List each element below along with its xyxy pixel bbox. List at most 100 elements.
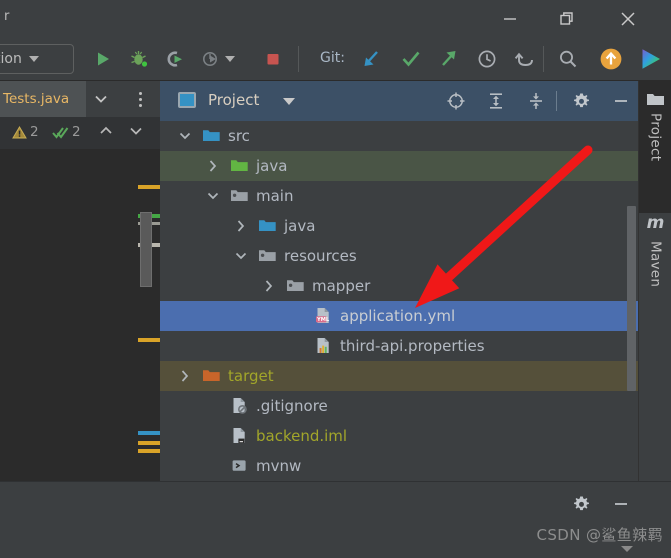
properties-file-icon <box>317 338 329 353</box>
folder-gray-module-icon <box>287 280 304 291</box>
git-history-button[interactable] <box>472 44 502 74</box>
tree-row-target[interactable]: target <box>160 361 638 391</box>
tree-row-application-yml[interactable]: YML application.yml <box>160 301 638 331</box>
folder-green-icon <box>231 160 248 171</box>
collapse-all-button[interactable] <box>523 89 549 113</box>
inspection-ok[interactable]: 2 <box>52 124 81 140</box>
run-button[interactable] <box>88 44 118 74</box>
tree-row-src[interactable]: src <box>160 121 638 151</box>
tree-row-label: java <box>256 157 288 175</box>
folder-blue-icon <box>259 220 276 231</box>
warning-count: 2 <box>30 124 39 140</box>
tree-row-mapper[interactable]: mapper <box>160 271 638 301</box>
inspection-warnings[interactable]: 2 <box>12 124 39 140</box>
run-configuration-label: tion <box>0 51 22 67</box>
csdn-watermark: CSDN @鲨鱼辣羁 <box>536 526 663 544</box>
tree-vertical-scrollbar[interactable] <box>627 206 636 391</box>
folder-gray-module-icon <box>259 250 276 261</box>
window-title-bar: r <box>0 0 671 38</box>
tree-row-backend-iml[interactable]: backend.iml <box>160 421 638 451</box>
close-button[interactable] <box>600 0 656 38</box>
main-toolbar: tion <box>0 38 671 81</box>
chevron-right-icon[interactable] <box>178 369 192 383</box>
tree-row-main[interactable]: main <box>160 181 638 211</box>
select-opened-file-button[interactable] <box>443 89 469 113</box>
minimize-button[interactable] <box>482 0 538 38</box>
profile-dropdown-button[interactable] <box>222 44 238 74</box>
tree-row-resources[interactable]: resources <box>160 241 638 271</box>
run-with-coverage-button[interactable] <box>160 44 190 74</box>
more-vertical-icon[interactable] <box>132 89 148 109</box>
stop-button[interactable] <box>258 44 288 74</box>
project-tool-window: Project src java main java resources map… <box>160 81 638 481</box>
editor-area: Tests.java 2 2 <box>0 81 160 529</box>
tree-row-label: backend.iml <box>256 427 348 445</box>
yml-file-icon: YML <box>316 308 330 323</box>
play-colored-button[interactable] <box>636 44 666 74</box>
chevron-down-icon[interactable] <box>90 90 112 108</box>
bottom-status-strip <box>0 481 671 558</box>
tree-row-mvnw[interactable]: mvnw <box>160 451 638 481</box>
sidebar-item-project[interactable]: Project <box>639 81 671 213</box>
hide-panel-button[interactable] <box>608 89 634 113</box>
git-commit-button[interactable] <box>396 44 426 74</box>
chevron-right-icon[interactable] <box>262 279 276 293</box>
chevron-down-icon[interactable] <box>283 98 295 105</box>
tree-row-label: java <box>284 217 316 235</box>
tree-row-java[interactable]: java <box>160 151 638 181</box>
tree-row-label: resources <box>284 247 357 265</box>
tree-row-label: src <box>228 127 250 145</box>
tree-row-java[interactable]: java <box>160 211 638 241</box>
maven-m-icon: m <box>646 213 665 233</box>
warning-triangle-icon <box>12 125 27 138</box>
next-problem-button[interactable] <box>128 124 144 138</box>
right-tool-sidebar: Project m Maven <box>638 81 671 481</box>
sidebar-item-project-label: Project <box>647 113 664 162</box>
git-rollback-button[interactable] <box>510 44 540 74</box>
folder-orange-icon <box>203 370 220 381</box>
script-file-icon <box>232 460 246 471</box>
project-panel-header: Project <box>160 81 638 121</box>
ok-count: 2 <box>72 124 81 140</box>
tree-row-label: target <box>228 367 274 385</box>
chevron-down-icon <box>28 56 39 62</box>
folder-blue-icon <box>203 130 220 141</box>
restore-button[interactable] <box>539 0 595 38</box>
git-update-button[interactable] <box>356 44 386 74</box>
minimize-dash-icon <box>615 100 627 102</box>
folder-icon <box>647 94 664 105</box>
tree-row-label: application.yml <box>340 307 456 325</box>
sidebar-item-maven[interactable]: m Maven <box>639 203 671 333</box>
gear-icon <box>573 93 589 107</box>
tree-row-third-api-properties[interactable]: third-api.properties <box>160 331 638 361</box>
chevron-right-icon[interactable] <box>234 219 248 233</box>
search-everywhere-button[interactable] <box>553 44 583 74</box>
editor-text-area[interactable] <box>0 149 160 529</box>
upload-button[interactable] <box>596 44 626 74</box>
chevron-right-icon[interactable] <box>206 159 220 173</box>
run-configuration-selector[interactable]: tion <box>0 44 74 74</box>
gear-icon <box>573 496 589 510</box>
minimize-dash-icon <box>615 503 627 505</box>
chevron-down-icon[interactable] <box>234 249 248 263</box>
tree-row-label: .gitignore <box>256 397 328 415</box>
watermark-caret-icon <box>621 546 633 552</box>
panel-settings-button[interactable] <box>568 89 594 113</box>
previous-problem-button[interactable] <box>98 124 114 138</box>
tree-row-label: mapper <box>312 277 371 295</box>
bottom-settings-button[interactable] <box>568 492 594 516</box>
tree-row-label: third-api.properties <box>340 337 485 355</box>
git-label: Git: <box>320 50 345 66</box>
inspection-widget[interactable]: 2 2 <box>0 117 160 149</box>
tree-row--gitignore[interactable]: .gitignore <box>160 391 638 421</box>
git-push-button[interactable] <box>434 44 464 74</box>
svg-text:YML: YML <box>316 317 330 323</box>
chevron-down-icon[interactable] <box>206 189 220 203</box>
project-panel-title: Project <box>208 91 260 109</box>
bottom-hide-button[interactable] <box>608 492 634 516</box>
expand-all-button[interactable] <box>483 89 509 113</box>
debug-button[interactable] <box>124 44 154 74</box>
chevron-down-icon[interactable] <box>178 129 192 143</box>
folder-gray-module-icon <box>231 190 248 201</box>
project-file-tree[interactable]: src java main java resources mapper YML applica… <box>160 121 638 481</box>
